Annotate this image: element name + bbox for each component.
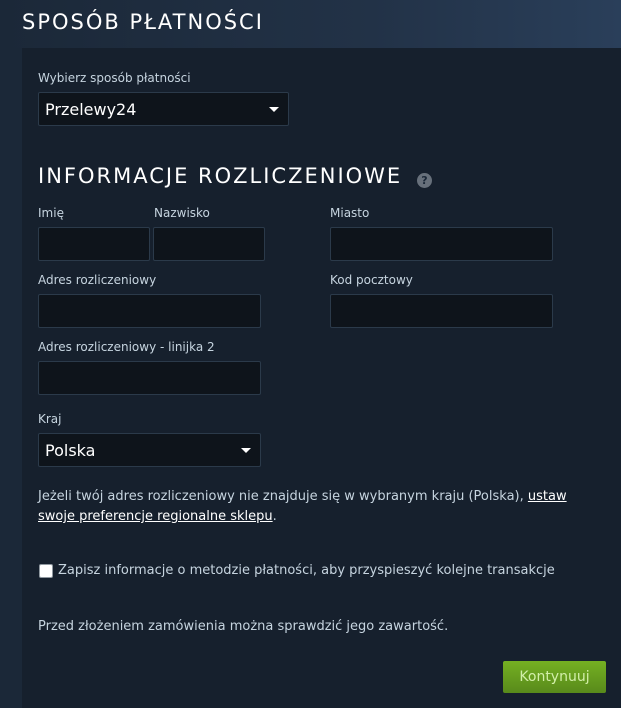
chevron-down-icon [269,107,279,112]
postal-code-field[interactable] [330,294,553,328]
address2-field[interactable] [38,361,261,395]
last-name-label: Nazwisko [154,206,210,220]
city-label: Miasto [330,206,370,220]
country-value: Polska [45,441,96,460]
postal-code-label: Kod pocztowy [330,273,413,287]
continue-button[interactable]: Kontynuuj [503,661,606,693]
payment-panel: Wybierz sposób płatności Przelewy24 INFO… [22,48,621,708]
region-note: Jeżeli twój adres rozliczeniowy nie znaj… [38,487,598,527]
last-name-field[interactable] [153,227,265,261]
region-note-end: . [272,509,277,524]
page-title: SPOSÓB PŁATNOŚCI [22,10,264,34]
address2-label: Adres rozliczeniowy - linijka 2 [38,340,215,354]
review-note: Przed złożeniem zamówienia można sprawdz… [38,619,449,634]
first-name-field[interactable] [38,227,150,261]
chevron-down-icon [241,448,251,453]
payment-method-label: Wybierz sposób płatności [38,71,191,85]
billing-section-title: INFORMACJE ROZLICZENIOWE [38,164,403,188]
country-select[interactable]: Polska [38,433,261,467]
region-note-text: Jeżeli twój adres rozliczeniowy nie znaj… [38,489,528,504]
address-label: Adres rozliczeniowy [38,273,157,287]
city-field[interactable] [330,227,553,261]
country-label: Kraj [38,412,62,426]
page-header: SPOSÓB PŁATNOŚCI [0,0,621,48]
payment-method-select[interactable]: Przelewy24 [38,92,289,126]
help-icon[interactable]: ? [417,173,432,188]
address-field[interactable] [38,294,261,328]
save-payment-checkbox[interactable] [39,564,53,578]
payment-method-value: Przelewy24 [45,100,137,119]
first-name-label: Imię [38,206,64,220]
save-payment-label[interactable]: Zapisz informacje o metodzie płatności, … [58,563,555,578]
